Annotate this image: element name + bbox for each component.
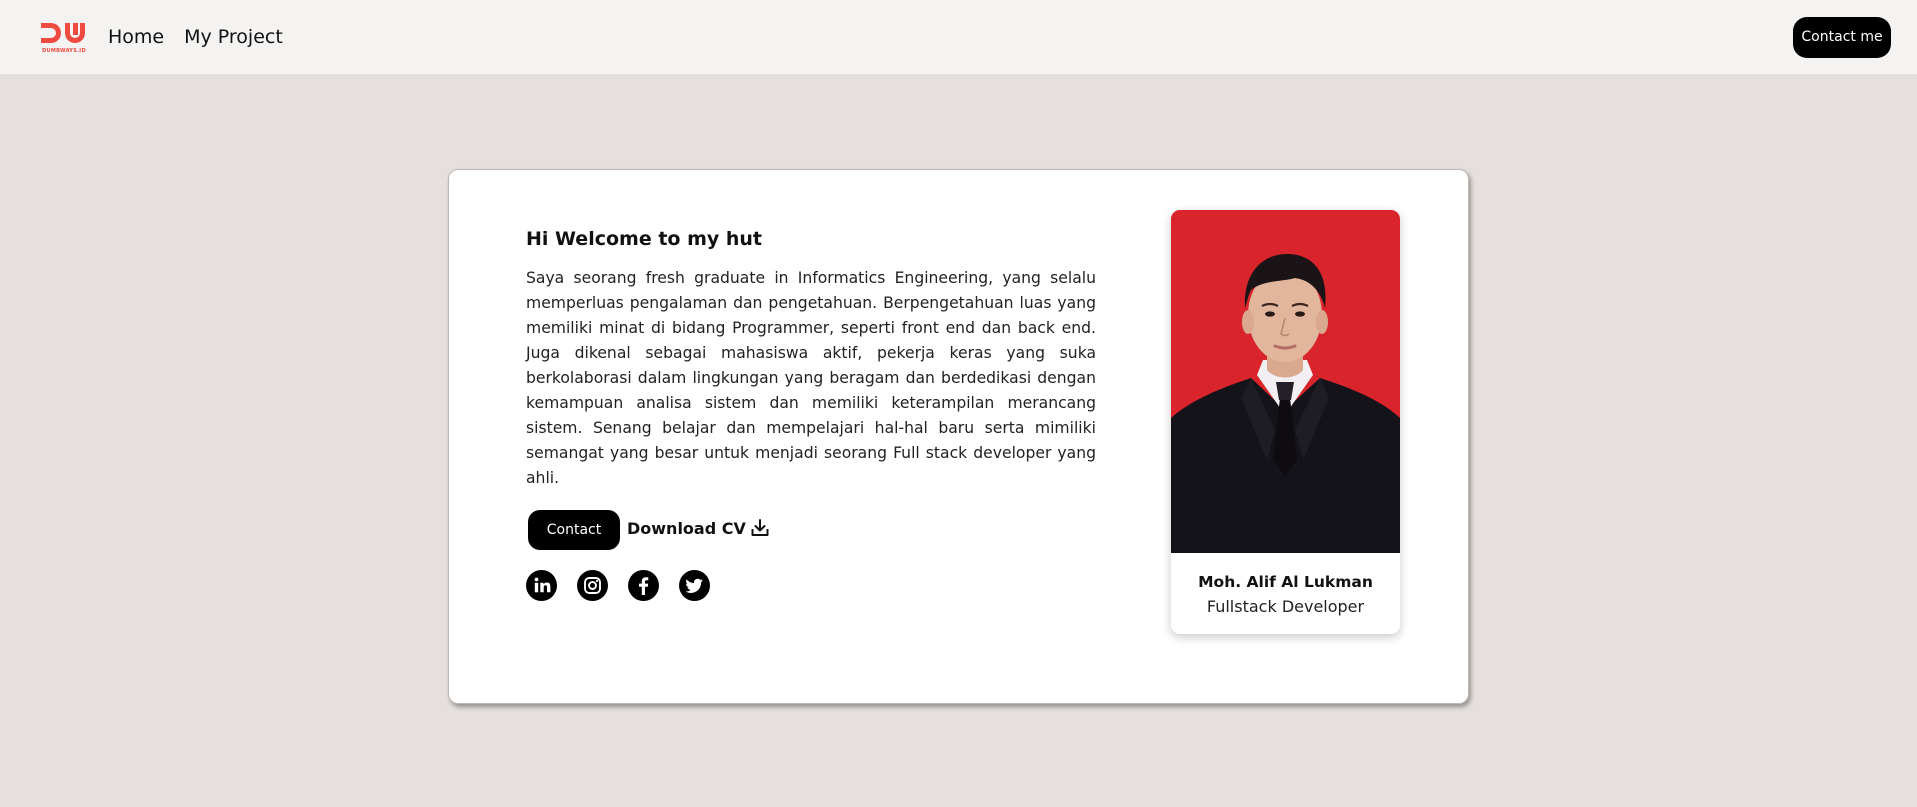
download-cv-label: Download CV bbox=[627, 518, 746, 538]
linkedin-icon[interactable] bbox=[526, 570, 557, 601]
navbar: DUMBWAYS.ID Home My Project Contact me bbox=[0, 0, 1917, 74]
contact-button[interactable]: Contact bbox=[528, 510, 620, 550]
profile-role: Fullstack Developer bbox=[1206, 597, 1365, 616]
dumbways-logo[interactable]: DUMBWAYS.ID bbox=[38, 21, 90, 54]
nav-link-my-project[interactable]: My Project bbox=[184, 26, 283, 48]
dumbways-logo-mark bbox=[41, 22, 85, 43]
download-icon bbox=[751, 519, 769, 536]
logo-text: DUMBWAYS.ID bbox=[42, 47, 86, 54]
bio-paragraph: Saya seorang fresh graduate in Informati… bbox=[526, 269, 1096, 487]
greeting-heading: Hi Welcome to my hut bbox=[526, 228, 763, 250]
intro-section: Hi Welcome to my hut Saya seorang fresh … bbox=[526, 228, 1096, 601]
profile-card: Moh. Alif Al Lukman Fullstack Developer bbox=[1171, 210, 1400, 634]
facebook-icon[interactable] bbox=[628, 570, 659, 601]
download-cv-link[interactable]: Download CV bbox=[627, 518, 770, 538]
profile-photo bbox=[1171, 210, 1400, 553]
social-links bbox=[526, 570, 1096, 601]
action-row: Contact Download CV bbox=[528, 510, 1096, 550]
nav-link-home[interactable]: Home bbox=[108, 26, 164, 48]
twitter-icon[interactable] bbox=[679, 570, 710, 601]
profile-name: Moh. Alif Al Lukman bbox=[1198, 573, 1373, 591]
instagram-icon[interactable] bbox=[577, 570, 608, 601]
contact-me-button[interactable]: Contact me bbox=[1793, 16, 1891, 58]
hero-card: Hi Welcome to my hut Saya seorang fresh … bbox=[448, 169, 1469, 704]
